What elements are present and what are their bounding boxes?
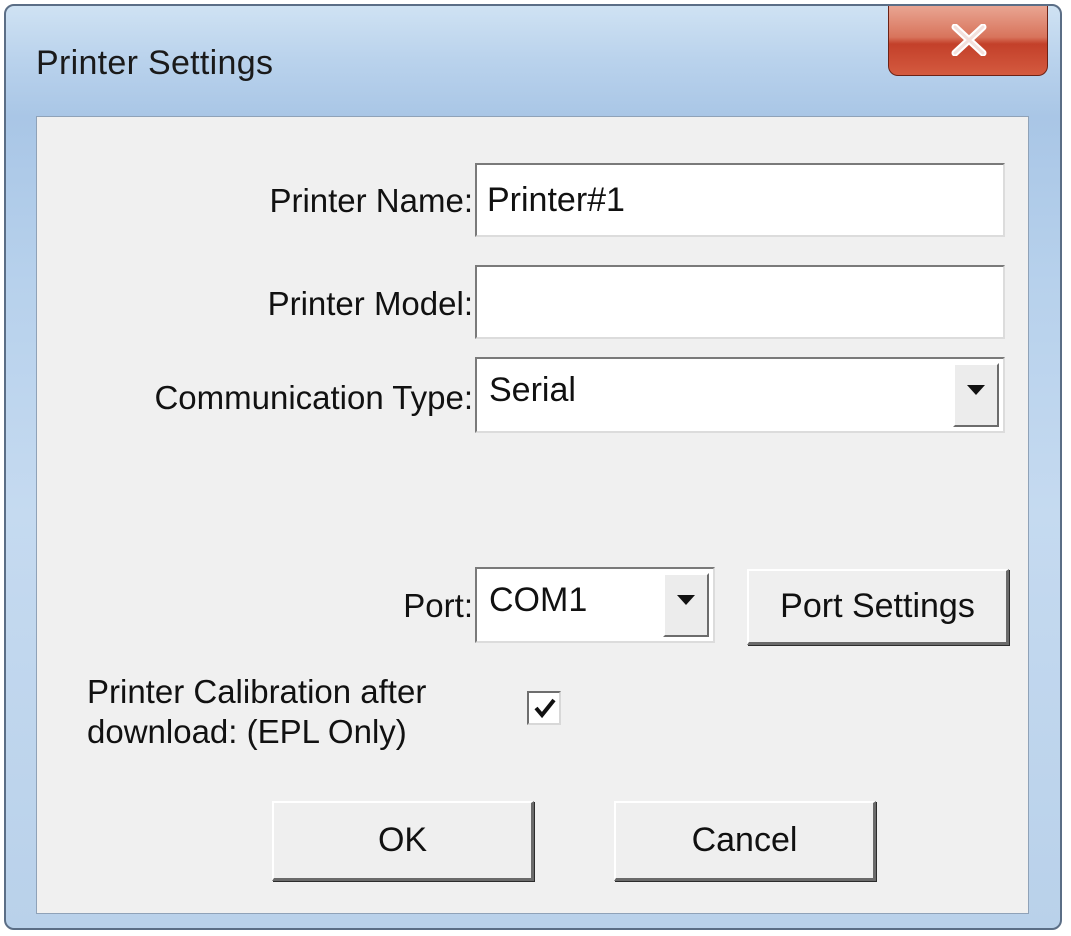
calibration-checkbox[interactable] (527, 691, 561, 725)
port-select[interactable]: COM1 (475, 567, 715, 643)
printer-settings-dialog: Printer Settings Printer Name: Printer M… (4, 4, 1062, 930)
printer-name-input[interactable] (475, 163, 1005, 237)
communication-type-select[interactable]: Serial (475, 357, 1005, 433)
printer-model-label: Printer Model: (267, 285, 473, 322)
port-value: COM1 (489, 581, 588, 619)
port-settings-button[interactable]: Port Settings (747, 569, 1009, 645)
communication-type-value: Serial (489, 371, 576, 409)
title-bar[interactable]: Printer Settings (6, 6, 1060, 106)
close-x-icon (951, 24, 987, 56)
dialog-client-area: Printer Name: Printer Model: Communicati… (36, 116, 1029, 914)
communication-type-dropdown-button[interactable] (953, 363, 999, 427)
port-label: Port: (403, 587, 473, 624)
calibration-label-line1: Printer Calibration after (87, 673, 427, 710)
chevron-down-icon (967, 385, 985, 395)
window-title: Printer Settings (36, 44, 274, 82)
printer-model-input[interactable] (475, 265, 1005, 339)
close-button[interactable] (888, 6, 1048, 76)
ok-button[interactable]: OK (272, 801, 534, 881)
cancel-button[interactable]: Cancel (614, 801, 876, 881)
communication-type-label: Communication Type: (154, 379, 473, 416)
printer-name-label: Printer Name: (269, 182, 473, 219)
calibration-label-line2: download: (EPL Only) (87, 713, 407, 750)
checkmark-icon (534, 698, 556, 719)
port-dropdown-button[interactable] (663, 573, 709, 637)
chevron-down-icon (677, 595, 695, 605)
